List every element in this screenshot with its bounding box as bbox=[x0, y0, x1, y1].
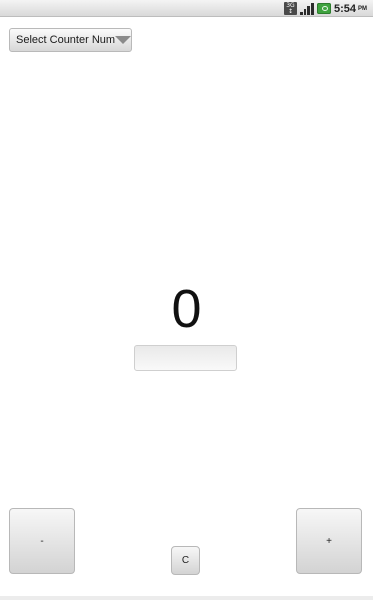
counter-value: 0 bbox=[171, 279, 202, 339]
increment-button[interactable]: + bbox=[296, 508, 362, 574]
battery-icon bbox=[316, 3, 331, 14]
clear-button[interactable]: C bbox=[171, 546, 200, 575]
clock-time: 5:54 bbox=[333, 2, 356, 15]
counter-input-field[interactable] bbox=[134, 345, 237, 371]
clock-ampm: PM bbox=[358, 5, 367, 12]
counter-select-label: Select Counter Num bbox=[16, 34, 116, 46]
network-3g-icon: 3G ↕ bbox=[283, 2, 297, 15]
signal-icon bbox=[299, 2, 314, 15]
network-activity-label: ↕ bbox=[287, 7, 293, 15]
status-bar: 3G ↕ 5:54 PM bbox=[0, 0, 373, 17]
counter-select-dropdown[interactable]: Select Counter Num bbox=[9, 28, 132, 52]
bottom-edge bbox=[0, 596, 373, 600]
status-icons: 3G ↕ 5:54 PM bbox=[283, 1, 367, 16]
decrement-button[interactable]: - bbox=[9, 508, 75, 574]
dropdown-arrow-icon bbox=[115, 36, 132, 44]
